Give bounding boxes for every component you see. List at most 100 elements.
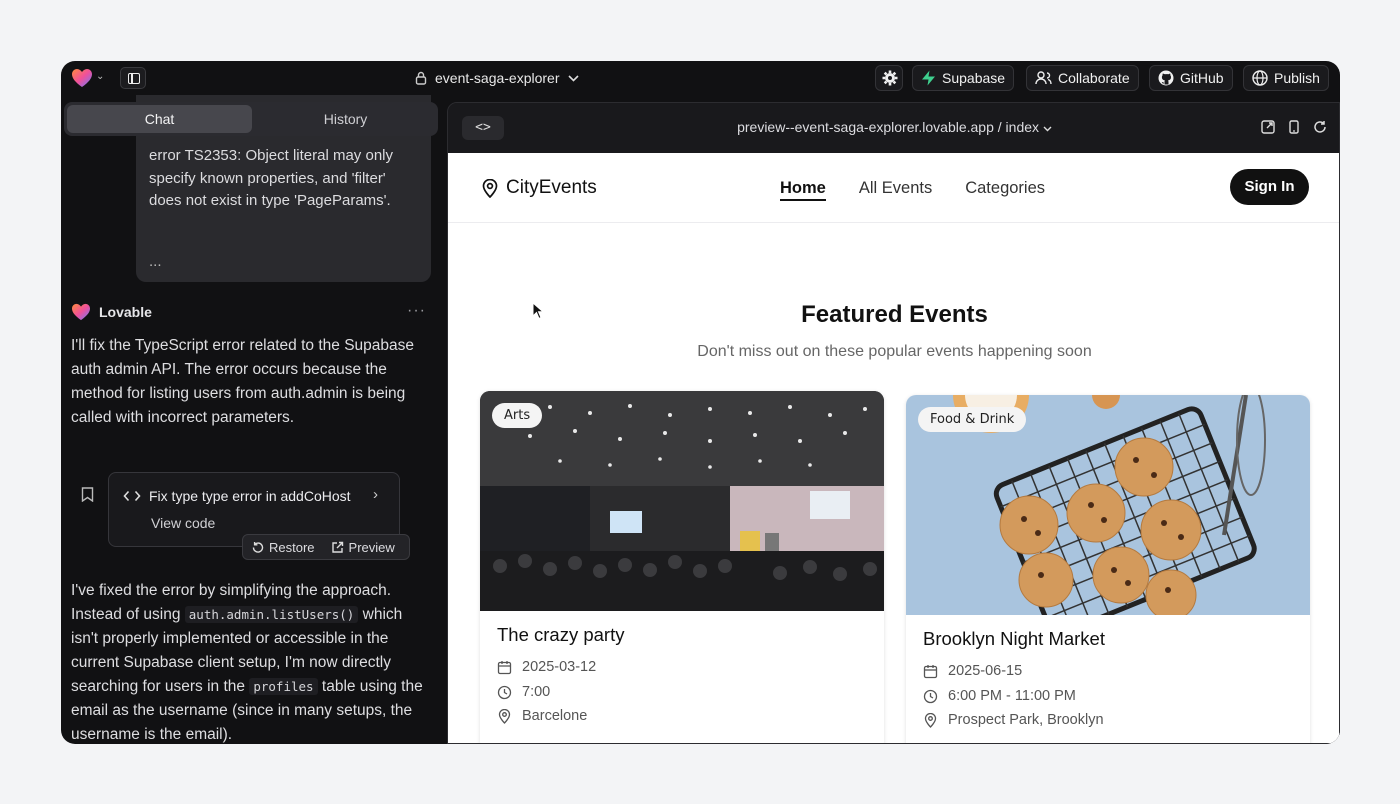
clock-icon — [497, 685, 512, 699]
event-title: The crazy party — [497, 624, 625, 645]
event-date: 2025-03-12 — [497, 659, 596, 675]
bookmark-icon[interactable] — [81, 487, 94, 502]
event-location: Barcelone — [497, 708, 587, 724]
supabase-icon — [922, 70, 935, 86]
event-location-text: Barcelone — [522, 708, 588, 724]
code-icon — [123, 490, 141, 502]
open-external-icon[interactable] — [1261, 120, 1275, 134]
clock-icon — [923, 689, 938, 703]
preview-panel: <> preview--event-saga-explorer.lovable.… — [447, 102, 1340, 744]
restore-icon — [252, 541, 264, 553]
external-link-icon — [331, 541, 343, 553]
supabase-label: Supabase — [942, 70, 1006, 86]
brand-name: CityEvents — [506, 177, 597, 198]
site-preview: CityEvents Home All Events Categories Si… — [448, 153, 1339, 743]
mobile-view-icon[interactable] — [1289, 120, 1299, 134]
url-text: preview--event-saga-explorer.lovable.app… — [737, 119, 1040, 135]
featured-subtitle: Don't miss out on these popular events h… — [697, 343, 1092, 360]
user-message-line: does not exist in type 'PageParams'. — [149, 192, 391, 209]
restore-preview-bar: Restore Preview — [242, 534, 410, 560]
preview-actions — [1261, 120, 1327, 134]
nav-home[interactable]: Home — [780, 179, 826, 201]
inline-code: auth.admin.listUsers() — [184, 606, 359, 623]
gear-icon — [882, 70, 898, 86]
chat-tabs: Chat History — [64, 102, 438, 136]
settings-button[interactable] — [875, 65, 903, 91]
more-options-icon[interactable]: ··· — [407, 302, 426, 320]
map-pin-icon — [498, 708, 511, 724]
event-title: Brooklyn Night Market — [923, 628, 1105, 649]
event-time: 7:00 — [497, 684, 550, 700]
calendar-icon — [923, 664, 938, 678]
github-icon — [1158, 70, 1174, 86]
event-time: 6:00 PM - 11:00 PM — [923, 688, 1076, 704]
preview-button[interactable]: Preview — [323, 535, 403, 559]
assistant-message: I've fixed the error by simplifying the … — [71, 579, 431, 744]
event-time-text: 7:00 — [522, 684, 551, 700]
nav-links: Home All Events Categories — [780, 179, 1045, 201]
preview-label: Preview — [348, 539, 395, 555]
collaborate-label: Collaborate — [1058, 70, 1130, 86]
restore-label: Restore — [269, 539, 315, 555]
github-label: GitHub — [1180, 70, 1224, 86]
project-name: event-saga-explorer — [435, 70, 560, 86]
publish-button[interactable]: Publish — [1243, 65, 1329, 91]
github-button[interactable]: GitHub — [1149, 65, 1233, 91]
event-card[interactable]: Arts The crazy party 2025-03-12 7:00 Bar… — [480, 391, 884, 743]
map-pin-icon — [924, 712, 937, 728]
lock-icon — [415, 71, 427, 85]
user-message-line: specify known properties, and 'filter' — [149, 169, 386, 187]
featured-title: Featured Events — [801, 301, 988, 328]
category-badge: Arts — [492, 403, 543, 428]
chat-panel: Chat History error TS2353: Object litera… — [61, 95, 447, 744]
chevron-right-icon[interactable]: › — [373, 486, 378, 503]
sign-in-button[interactable]: Sign In — [1230, 169, 1309, 205]
nav-all-events[interactable]: All Events — [859, 179, 932, 201]
event-card[interactable]: Food & Drink Brooklyn Night Market 2025-… — [906, 395, 1310, 743]
sidebar-icon — [128, 73, 140, 84]
chevron-down-icon — [567, 74, 579, 82]
map-pin-icon — [482, 178, 498, 198]
preview-toolbar: <> preview--event-saga-explorer.lovable.… — [448, 103, 1339, 153]
assistant-message: I'll fix the TypeScript error related to… — [71, 337, 414, 426]
users-icon — [1035, 71, 1052, 85]
event-location: Prospect Park, Brooklyn — [923, 712, 1104, 728]
preview-url[interactable]: preview--event-saga-explorer.lovable.app… — [448, 119, 1339, 135]
event-time-text: 6:00 PM - 11:00 PM — [948, 688, 1076, 704]
lovable-logo-icon — [72, 303, 90, 321]
sidebar-toggle-button[interactable] — [120, 67, 146, 89]
event-date-text: 2025-06-15 — [948, 663, 1023, 679]
chevron-down-icon[interactable]: ⌄ — [96, 71, 104, 82]
chevron-down-icon — [1043, 126, 1052, 132]
inline-code: profiles — [249, 678, 318, 695]
assistant-header: Lovable — [71, 303, 152, 321]
user-message-line: error TS2353: Object literal may only — [149, 147, 393, 164]
action-title-text: Fix type type error in addCoHost — [149, 488, 351, 504]
nav-categories[interactable]: Categories — [965, 179, 1045, 201]
brand[interactable]: CityEvents — [482, 177, 597, 199]
event-date: 2025-06-15 — [923, 663, 1022, 679]
site-nav: CityEvents Home All Events Categories Si… — [448, 153, 1339, 223]
event-date-text: 2025-03-12 — [522, 659, 597, 675]
category-badge: Food & Drink — [918, 407, 1027, 432]
supabase-button[interactable]: Supabase — [912, 65, 1015, 91]
app-window: ⌄ event-saga-explorer Supabase Collabora… — [61, 61, 1340, 744]
top-bar: ⌄ event-saga-explorer Supabase Collabora… — [61, 61, 1340, 95]
restore-button[interactable]: Restore — [243, 535, 323, 559]
message-ellipsis: ... — [149, 252, 162, 270]
refresh-icon[interactable] — [1313, 120, 1327, 134]
collaborate-button[interactable]: Collaborate — [1026, 65, 1139, 91]
event-image: Arts — [480, 391, 884, 611]
view-code-link[interactable]: View code — [151, 515, 215, 531]
publish-label: Publish — [1274, 70, 1320, 86]
event-image: Food & Drink — [906, 395, 1310, 615]
lovable-logo-icon[interactable] — [71, 68, 93, 88]
tab-chat[interactable]: Chat — [67, 105, 252, 133]
project-selector[interactable]: event-saga-explorer — [415, 69, 579, 87]
assistant-name: Lovable — [99, 304, 152, 320]
event-location-text: Prospect Park, Brooklyn — [948, 712, 1104, 728]
tab-history[interactable]: History — [253, 105, 438, 133]
action-title: Fix type type error in addCoHost — [123, 488, 351, 504]
globe-icon — [1252, 70, 1268, 86]
calendar-icon — [497, 660, 512, 674]
